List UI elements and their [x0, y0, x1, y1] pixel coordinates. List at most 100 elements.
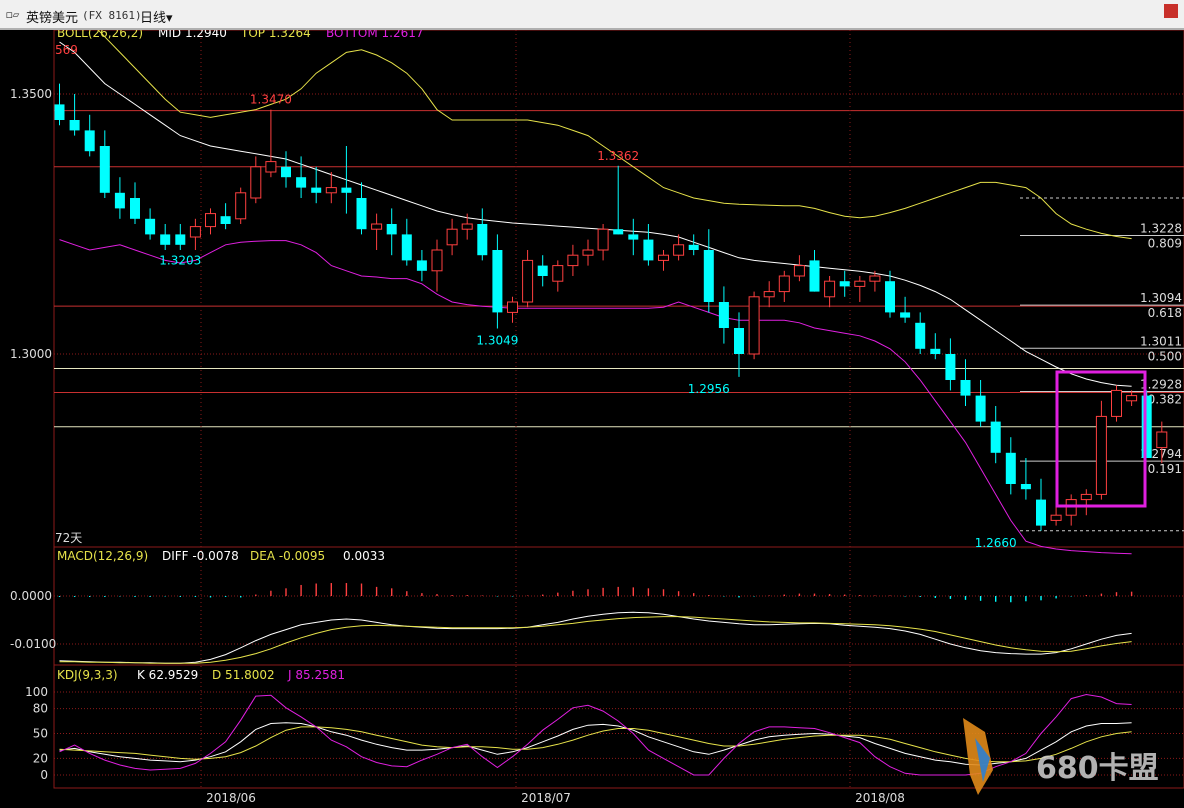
- price-axis-label: 1.3500: [10, 87, 52, 101]
- candle-body-down: [386, 224, 397, 235]
- candle-body-down: [160, 234, 171, 245]
- kdj-axis-label: 0: [40, 768, 48, 782]
- candle-body-down: [643, 239, 654, 261]
- candle-body-down: [401, 234, 412, 261]
- kdj-j-value: J 85.2581: [287, 668, 345, 682]
- bar-count-label: 72天: [55, 531, 82, 545]
- candle-body-down: [809, 260, 820, 292]
- candle-body-up: [869, 275, 881, 282]
- candle-body-down: [1036, 499, 1046, 526]
- macd-diff-value: DIFF -0.0078: [162, 549, 239, 563]
- fib-ratio-label: 0.809: [1148, 236, 1182, 250]
- macd-indicator-label[interactable]: MACD(12,26,9): [57, 549, 148, 563]
- price-extreme-label: 1.3049: [476, 334, 518, 348]
- candle-body-up: [189, 226, 201, 238]
- price-extreme-label: 1.2660: [975, 536, 1017, 550]
- boll-indicator-label[interactable]: BOLL(26,26,2): [57, 30, 143, 40]
- candle-body-down: [1141, 395, 1152, 458]
- fib-price-label: 1.3011: [1140, 334, 1182, 348]
- period-selector[interactable]: 日线▾: [140, 7, 173, 26]
- candle-body-up: [371, 223, 383, 230]
- candle-body-up: [582, 249, 594, 256]
- candle-body-down: [718, 302, 729, 328]
- boll-mid-line: [59, 41, 1132, 387]
- date-axis-label: 2018/08: [855, 791, 905, 805]
- candle-body-up: [1126, 395, 1138, 402]
- chart-window-icon[interactable]: ◻▱: [6, 8, 19, 21]
- candle-body-up: [461, 223, 473, 230]
- candle-body-up: [567, 254, 579, 267]
- candle-body-up: [597, 228, 609, 251]
- candle-body-down: [84, 130, 95, 152]
- candle-body-down: [537, 265, 548, 276]
- left-cut-price-label: 569: [55, 43, 78, 57]
- boll-bottom-value: BOTTOM 1.2617: [326, 30, 424, 40]
- price-extreme-label: 1.3203: [159, 253, 201, 267]
- candle-body-up: [673, 244, 685, 256]
- candle-body-down: [281, 166, 291, 178]
- macd-panel-frame: [53, 546, 1184, 666]
- candle-body-up: [205, 213, 216, 228]
- candle-body-down: [900, 312, 911, 318]
- candle-body-up: [854, 280, 866, 287]
- candle-body-up: [1080, 493, 1092, 501]
- price-annotations: 1.3470 1.3362 1.3203 1.3049 1.2956 1.2660: [159, 93, 1016, 550]
- candle-body-up: [446, 228, 458, 246]
- candle-body-up: [793, 265, 805, 277]
- symbol-code: (FX 8161): [82, 9, 142, 22]
- boll-bottom-line: [59, 239, 1132, 555]
- candle-body-down: [492, 250, 503, 313]
- candle-body-up: [507, 301, 518, 313]
- candle-body-down: [130, 198, 140, 219]
- candle-body-up: [250, 166, 262, 199]
- macd-axis-label: -0.0100: [10, 637, 56, 651]
- period-label: 日线: [140, 11, 167, 26]
- watermark-text: 680卡盟: [1036, 751, 1159, 786]
- candle-body-down: [960, 380, 971, 396]
- kdj-axis-label: 20: [33, 751, 48, 765]
- price-extreme-label: 1.3362: [597, 149, 639, 163]
- fib-ratio-label: 0.191: [1148, 462, 1182, 476]
- kdj-axis-label: 80: [33, 702, 48, 716]
- kdj-indicator-label[interactable]: KDJ(9,3,3): [57, 668, 118, 682]
- chevron-down-icon: ▾: [166, 11, 173, 26]
- fib-price-label: 1.3094: [1140, 291, 1182, 305]
- fib-ratio-label: 0.500: [1148, 349, 1182, 363]
- candle-body-down: [885, 281, 895, 313]
- candle-body-down: [613, 229, 624, 235]
- boll-top-line: [97, 30, 1132, 240]
- candle-body-down: [145, 218, 156, 235]
- price-chart[interactable]: 1.32280.8091.30940.6181.30110.5001.29280…: [0, 30, 1184, 808]
- boll-top-value: TOP 1.3264: [240, 30, 311, 40]
- candle-body-up: [1095, 415, 1107, 495]
- candle-body-up: [1156, 431, 1168, 449]
- candle-body-up: [1111, 389, 1122, 417]
- candle-body-down: [990, 421, 1001, 453]
- price-axis-label: 1.3000: [10, 347, 52, 361]
- candle-body-down: [930, 348, 941, 354]
- candle-body-down: [1020, 484, 1031, 490]
- candle-body-up: [763, 291, 775, 298]
- candle-body-down: [311, 187, 322, 193]
- kdj-axis-label: 100: [25, 685, 48, 699]
- candle-body-down: [416, 260, 427, 271]
- close-icon[interactable]: [1164, 4, 1178, 18]
- kdj-axis-label: 50: [33, 727, 48, 741]
- candle-body-down: [220, 216, 231, 224]
- symbol-name: 英镑美元: [26, 11, 79, 26]
- candle-body-down: [69, 120, 80, 131]
- kdj-d-value: D 51.8002: [212, 668, 275, 682]
- candle-body-up: [1050, 514, 1062, 521]
- window-titlebar: ◻▱ 英镑美元 (FX 8161) 日线▾: [0, 0, 1184, 30]
- fib-price-label: 1.3228: [1140, 221, 1182, 235]
- candle-body-up: [778, 275, 790, 293]
- date-axis-label: 2018/06: [206, 791, 256, 805]
- candle-body-down: [703, 250, 714, 302]
- candle-body-down: [945, 354, 956, 380]
- candle-body-up: [325, 187, 337, 194]
- watermark: 680卡盟: [963, 718, 1159, 795]
- candle-body-down: [915, 322, 926, 349]
- date-axis-label: 2018/07: [521, 791, 571, 805]
- boll-bands: [59, 30, 1132, 555]
- macd-axis-label: 0.0000: [10, 589, 52, 603]
